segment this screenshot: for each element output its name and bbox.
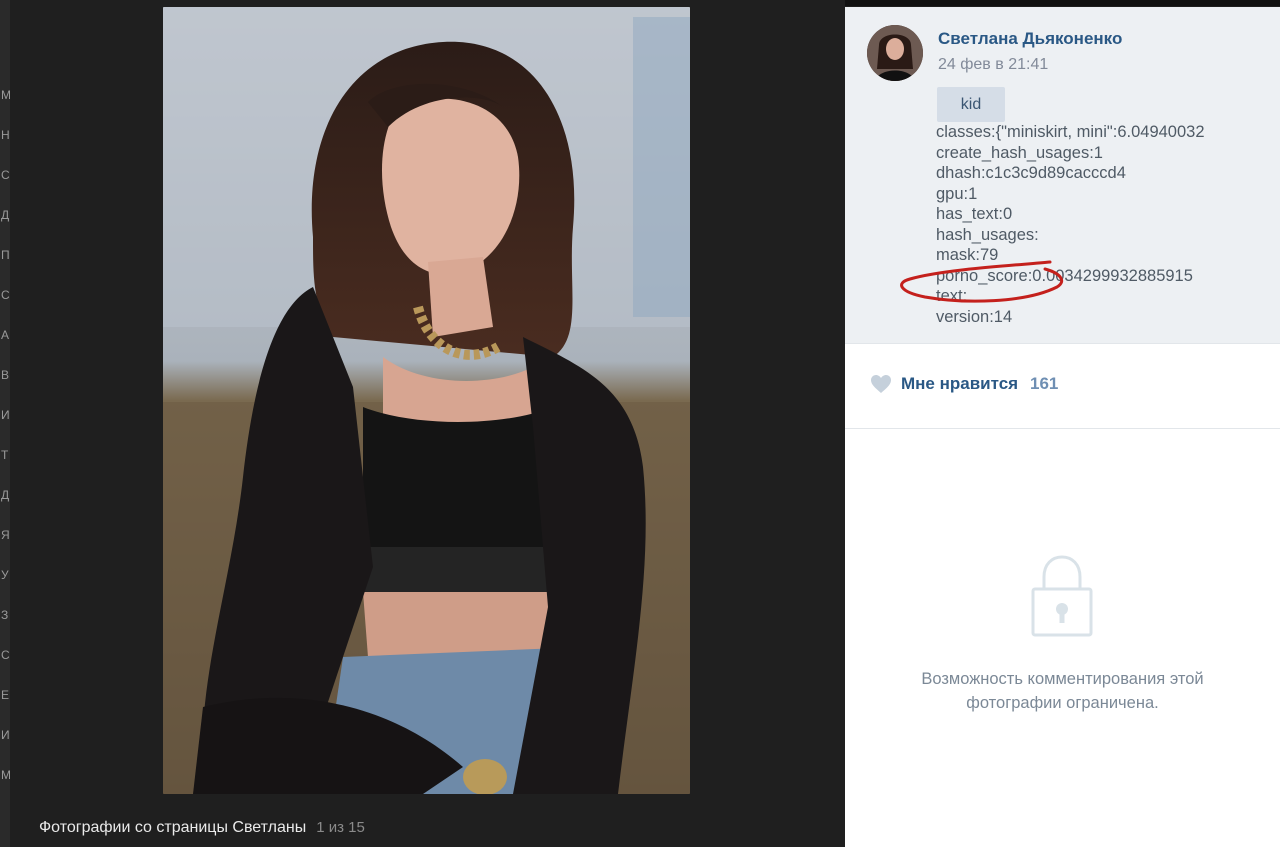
photo-caption: Фотографии со страницы Светланы 1 из 15 [39,819,365,837]
like-count[interactable]: 161 [1030,374,1058,394]
background-letter: С [1,288,10,302]
like-row[interactable]: Мне нравится 161 [845,343,1280,429]
background-letter: И [1,408,10,422]
background-letter: Н [1,128,10,142]
tag-badge: kid [937,87,1005,122]
comments-restricted-note: Возможность комментирования этой фотогра… [921,670,1204,712]
photo-counter: 1 из 15 [316,819,365,836]
side-panel: Светлана Дьяконенко 24 фев в 21:41 kid c… [845,7,1280,847]
metadata-line: version:14 [936,307,1013,326]
post-info: Светлана Дьяконенко 24 фев в 21:41 kid c… [845,7,1280,343]
metadata-line: mask:79 [936,246,999,264]
post-metadata: classes:{"miniskirt, mini":6.04940032 cre… [936,122,1205,327]
background-letter: Е [1,688,10,702]
heart-icon[interactable] [870,374,892,394]
author-name[interactable]: Светлана Дьяконенко [938,29,1122,49]
background-letter: Д [1,488,10,502]
metadata-line: hash_usages: [936,225,1039,244]
metadata-line: classes:{"miniskirt, mini":6.04940032 [936,123,1205,141]
metadata-line: text: [936,287,968,305]
like-label[interactable]: Мне нравится [901,374,1018,394]
background-letter: П [1,248,10,262]
background-letter: С [1,168,10,182]
metadata-line: porno_score:0.0034299932885915 [936,266,1193,285]
background-letter: Я [1,528,10,542]
background-letter: А [1,328,10,342]
background-letter: У [1,568,9,582]
background-letter: Т [1,448,9,462]
background-letter: И [1,728,10,742]
caption-text[interactable]: Фотографии со страницы Светланы [39,819,306,836]
metadata-line: dhash:c1c3c9d89cacccd4 [936,164,1126,182]
lock-icon [1031,555,1093,637]
photo[interactable] [163,7,690,794]
background-letter: Д [1,208,10,222]
metadata-line: has_text:0 [936,205,1013,223]
metadata-line: gpu:1 [936,184,978,203]
background-letter: В [1,368,10,382]
avatar[interactable] [867,25,923,81]
metadata-line: create_hash_usages:1 [936,143,1103,162]
background-letter: С [1,648,10,662]
post-date[interactable]: 24 фев в 21:41 [938,56,1048,74]
background-page-strip: МНСДПСАВИТДЯУЗСЕИМ [0,0,11,847]
background-letter: З [1,608,9,622]
